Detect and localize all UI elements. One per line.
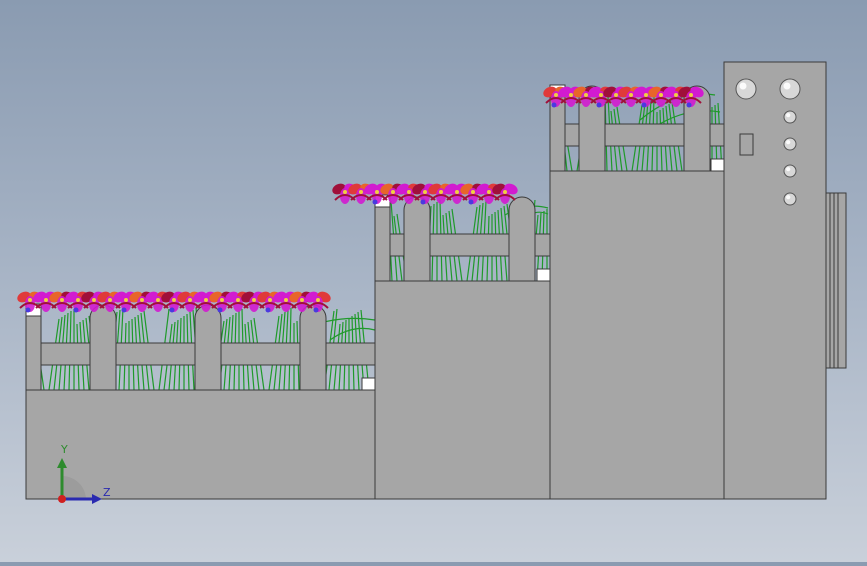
tier-3-base bbox=[549, 170, 725, 500]
tier-2-fence-picket bbox=[403, 196, 431, 282]
knob-icon bbox=[783, 192, 797, 206]
planter-tier-2 bbox=[374, 194, 551, 500]
tier-1-corner-block bbox=[361, 377, 376, 391]
tier-3-corner-block bbox=[710, 158, 725, 172]
tier-1-fence-picket bbox=[194, 304, 222, 391]
triad-x-axis-icon bbox=[58, 495, 66, 503]
model-view bbox=[17, 61, 847, 504]
cabinet-indicator-slot bbox=[739, 133, 754, 156]
cabinet-body bbox=[723, 61, 827, 500]
knob-icon bbox=[783, 164, 797, 178]
tier-1-fence-picket bbox=[89, 304, 117, 391]
planter-tier-3 bbox=[549, 84, 725, 500]
cabinet-side-panel bbox=[825, 192, 847, 369]
knob-icon bbox=[783, 137, 797, 151]
planter-tier-1 bbox=[25, 303, 376, 500]
triad-z-label: Z bbox=[103, 486, 111, 499]
tier-2-base bbox=[374, 280, 551, 500]
tier-2-fence-left-post bbox=[374, 206, 391, 282]
triad-y-label: Y bbox=[61, 443, 68, 456]
tier-2-corner-block bbox=[536, 268, 551, 282]
tier-2-fence-picket bbox=[508, 196, 536, 282]
tier-1-fence-picket bbox=[299, 304, 327, 391]
tier-3-fence-left-post bbox=[549, 96, 566, 172]
control-cabinet bbox=[723, 61, 847, 500]
knob-icon bbox=[783, 110, 797, 124]
knob-icon bbox=[779, 78, 801, 100]
tier-1-fence-left-post bbox=[25, 314, 42, 391]
knob-icon bbox=[735, 78, 757, 100]
cad-viewport[interactable]: Y Z bbox=[0, 0, 867, 562]
